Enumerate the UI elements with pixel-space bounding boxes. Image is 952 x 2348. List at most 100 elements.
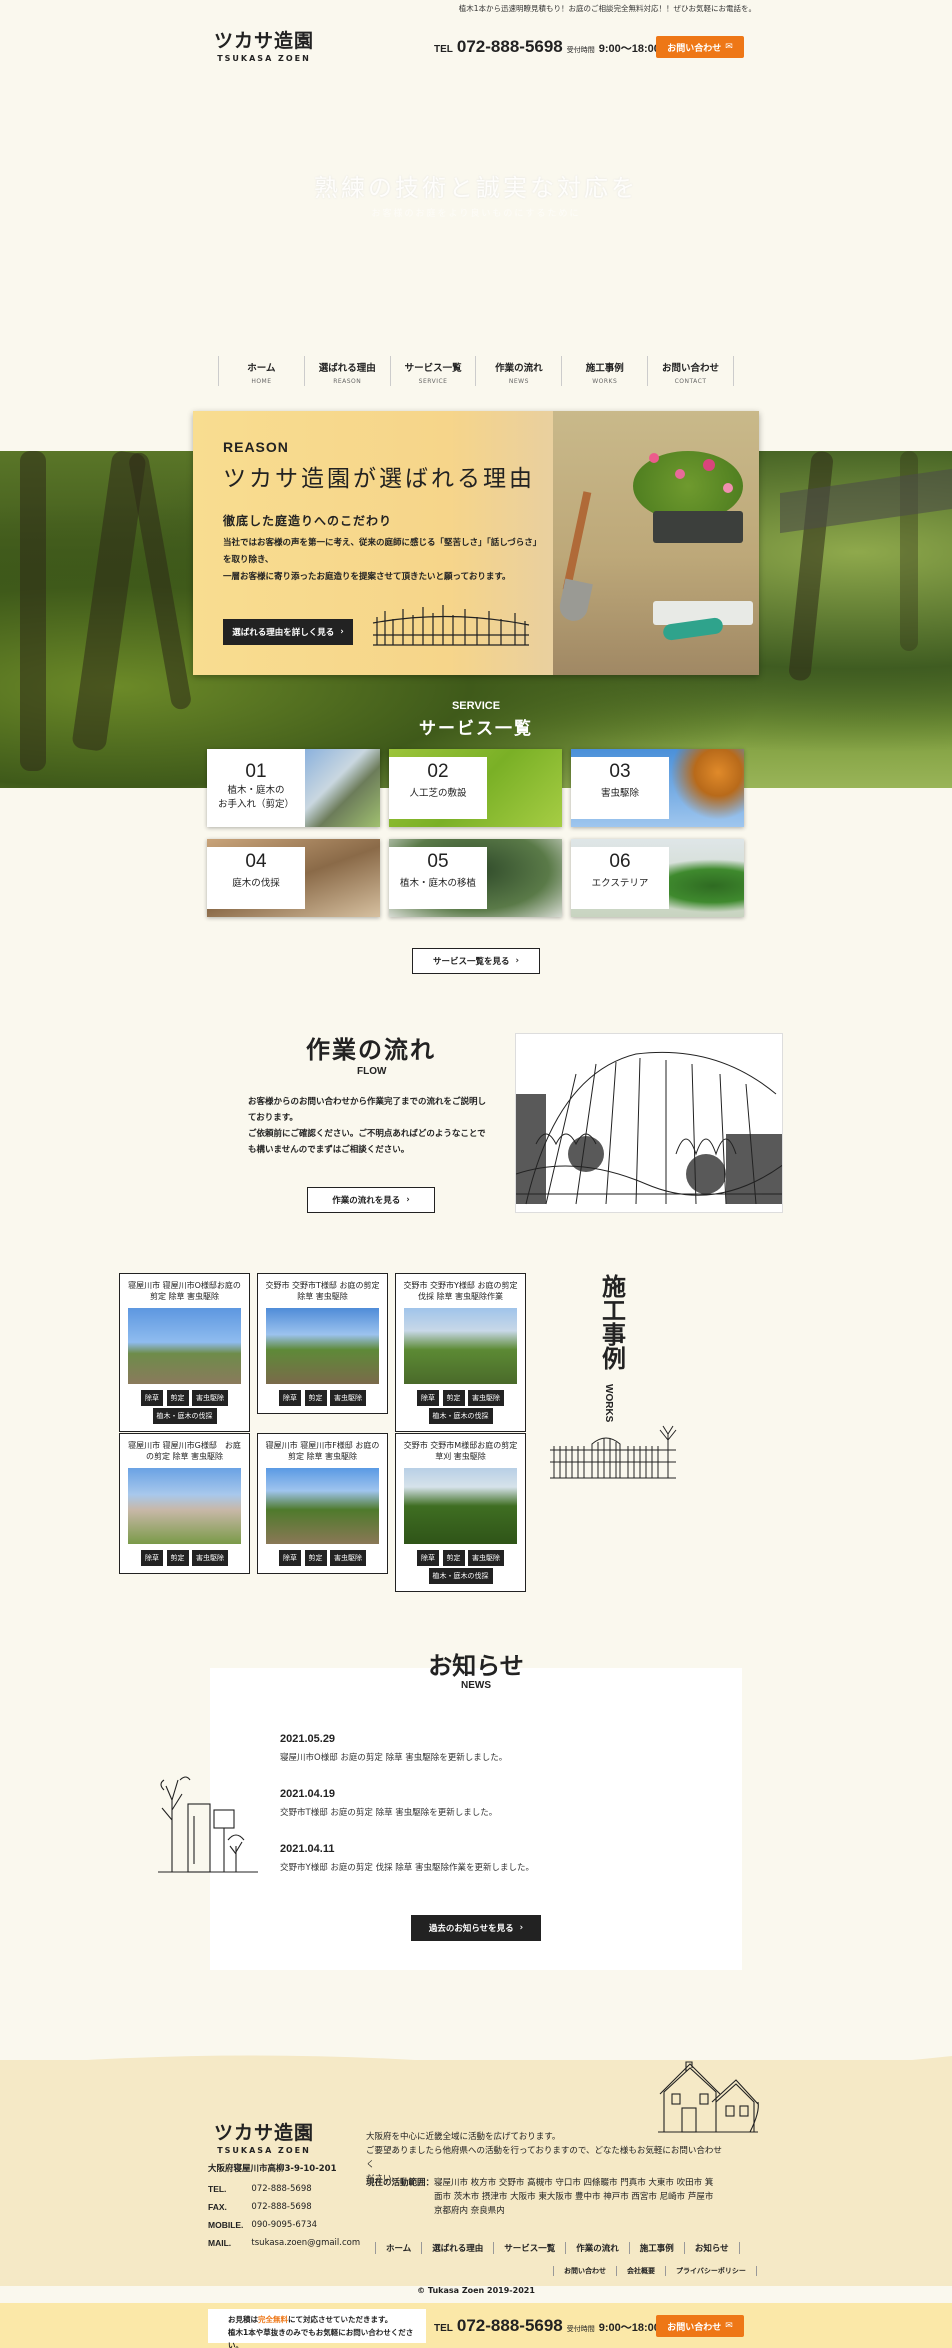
work-card[interactable]: 交野市 交野市T様邸 お庭の剪定 除草 害虫駆除 除草 剪定 害虫駆除	[257, 1273, 388, 1414]
service-name-line2: お手入れ（剪定）	[217, 799, 294, 810]
copyright: © Tukasa Zoen 2019-2021	[417, 2286, 535, 2295]
nav-label: お問い合わせ	[662, 363, 720, 374]
tel-number: 072-888-5698	[456, 37, 563, 56]
flow-more-button[interactable]: 作業の流れを見る ›	[307, 1187, 435, 1213]
work-card[interactable]: 寝屋川市 寝屋川市O様邸お庭の剪定 除草 害虫駆除 除草 剪定 害虫駆除 植木・庭…	[119, 1273, 250, 1432]
service-card[interactable]: 06 エクステリア	[571, 839, 744, 917]
reason-label: REASON	[223, 439, 289, 455]
news-more-button[interactable]: 過去のお知らせを見る ›	[411, 1915, 541, 1941]
footer-mobile[interactable]: 090-9095-6734	[243, 2216, 360, 2234]
footer-nav-reason[interactable]: 選ばれる理由	[421, 2242, 493, 2254]
work-tag: 植木・庭木の伐採	[152, 1408, 217, 1424]
work-tag: 害虫駆除	[468, 1390, 504, 1406]
service-name: 庭木の伐採	[232, 878, 280, 889]
bottom-note: お見積は完全無料にて対応させていただきます。 植木1本や草抜きのみでもお気軽にお…	[208, 2309, 426, 2348]
footer-nav-home[interactable]: ホーム	[375, 2242, 421, 2254]
service-card[interactable]: 04 庭木の伐採	[207, 839, 380, 917]
nav-item-contact[interactable]: お問い合わせ CONTACT	[647, 356, 734, 386]
fence-gate-illustration	[550, 1425, 677, 1479]
work-tag: 除草	[417, 1550, 439, 1566]
service-card[interactable]: 01 植木・庭木の お手入れ（剪定）	[207, 749, 380, 827]
work-photo	[266, 1468, 379, 1544]
nav-item-home[interactable]: ホーム HOME	[218, 356, 304, 386]
hours-label: 受付時間	[566, 2326, 595, 2333]
footer-nav-service[interactable]: サービス一覧	[493, 2242, 565, 2254]
work-photo	[266, 1308, 379, 1384]
footer-mail[interactable]: tsukasa.zoen@gmail.com	[243, 2234, 360, 2252]
service-number: 01	[245, 761, 267, 782]
footer-contact-table: TEL. 072-888-5698 FAX. 072-888-5698 MOBILE…	[208, 2180, 360, 2252]
flow-title: 作業の流れ	[306, 1036, 436, 1064]
service-name: 人工芝の敷設	[409, 788, 467, 799]
news-item[interactable]: 2021.04.19 交野市T様邸 お庭の剪定 除草 害虫駆除を更新しました。	[280, 1788, 497, 1818]
bottom-phone[interactable]: TEL 072-888-5698 受付時間 9:00～18:00	[434, 2316, 660, 2336]
header-logo[interactable]: ツカサ造園 TSUKASA ZOEN	[214, 26, 314, 63]
reason-subtitle: 徹底した庭造りへのこだわり	[223, 514, 393, 528]
hours-value: 9:00～18:00	[598, 43, 660, 55]
work-card[interactable]: 寝屋川市 寝屋川市F様邸 お庭の剪定 除草 害虫駆除 除草 剪定 害虫駆除	[257, 1433, 388, 1574]
service-name: 植木・庭木の移植	[399, 878, 476, 889]
service-card[interactable]: 05 植木・庭木の移植	[389, 839, 562, 917]
work-card[interactable]: 寝屋川市 寝屋川市G様邸 お庭の剪定 除草 害虫駆除 除草 剪定 害虫駆除	[119, 1433, 250, 1574]
tel-label: TEL.	[208, 2184, 227, 2194]
top-announcement: 植木1本から迅速明瞭見積もり！お庭のご相談完全無料対応！！ぜひお気軽にお電話を。	[458, 4, 756, 13]
envelope-icon: ✉	[725, 2321, 733, 2331]
reason-more-button[interactable]: 選ばれる理由を詳しく見る ›	[223, 619, 353, 645]
nav-item-reason[interactable]: 選ばれる理由 REASON	[303, 356, 390, 386]
nav-sublabel: CONTACT	[674, 378, 707, 385]
news-date: 2021.04.11	[280, 1843, 335, 1855]
nav-item-flow[interactable]: 作業の流れ NEWS	[475, 356, 561, 386]
reason-text: 当社ではお客様の声を第一に考え、従来の庭師に感じる「堅苦しさ」「話しづらさ」 を…	[223, 535, 583, 586]
service-number: 03	[609, 761, 631, 782]
footer-nav-contact[interactable]: お問い合わせ	[553, 2266, 616, 2276]
footer-nav-company[interactable]: 会社概要	[616, 2266, 665, 2276]
service-button-label: サービス一覧を見る	[432, 957, 510, 967]
news-item[interactable]: 2021.05.29 寝屋川市O様邸 お庭の剪定 除草 害虫駆除を更新しました。	[280, 1733, 507, 1763]
footer-logo[interactable]: ツカサ造園 TSUKASA ZOEN	[214, 2118, 314, 2155]
service-name: 植木・庭木の	[227, 785, 285, 796]
garden-tools-image	[553, 411, 759, 675]
area-line: 寝屋川市 枚方市 交野市 高槻市 守口市 四條畷市 門真市 大東市 吹田市 箕	[434, 2178, 714, 2188]
works-title: 施工事例	[596, 1274, 626, 1376]
work-title: 寝屋川市 寝屋川市O様邸お庭の剪定 除草 害虫駆除	[128, 1281, 241, 1301]
header-contact-button[interactable]: お問い合わせ ✉	[656, 36, 744, 58]
footer-nav-works[interactable]: 施工事例	[628, 2242, 684, 2254]
nav-item-service[interactable]: サービス一覧 SERVICE	[389, 356, 476, 386]
mobile-label: MOBILE.	[208, 2220, 244, 2230]
nav-item-works[interactable]: 施工事例 WORKS	[561, 356, 647, 386]
note-highlight: 完全無料	[258, 2315, 288, 2324]
footer-nav-privacy[interactable]: プライバシーポリシー	[665, 2266, 757, 2276]
work-tag: 剪定	[166, 1550, 189, 1566]
news-item[interactable]: 2021.04.11 交野市Y様邸 お庭の剪定 伐採 除草 害虫駆除作業を更新しま…	[280, 1843, 534, 1873]
work-title: 交野市 交野市M様邸お庭の剪定 草刈 害虫駆除	[403, 1441, 518, 1461]
service-name: 害虫駆除	[600, 788, 639, 799]
work-tag: 害虫駆除	[468, 1550, 504, 1566]
chevron-right-icon: ›	[519, 1923, 524, 1933]
work-tag: 害虫駆除	[192, 1390, 228, 1406]
tel-prefix: TEL	[434, 44, 453, 55]
footer-area: 現在の活動範囲： 寝屋川市 枚方市 交野市 高槻市 守口市 四條畷市 門真市 大…	[366, 2176, 736, 2218]
service-card[interactable]: 02 人工芝の敷設	[389, 749, 562, 827]
chevron-right-icon: ›	[515, 956, 520, 966]
reason-line: 一層お客様に寄り添ったお庭造りを提案させて頂きたいと願っております。	[223, 572, 511, 582]
work-tag: 植木・庭木の伐採	[428, 1408, 493, 1424]
work-card[interactable]: 交野市 交野市M様邸お庭の剪定 草刈 害虫駆除 除草 剪定 害虫駆除 植木・庭木の…	[395, 1433, 526, 1592]
service-more-button[interactable]: サービス一覧を見る ›	[412, 948, 540, 974]
service-card[interactable]: 03 害虫駆除	[571, 749, 744, 827]
nav-label: サービス一覧	[404, 363, 462, 374]
header-phone[interactable]: TEL 072-888-5698 受付時間 9:00～18:00	[434, 37, 660, 57]
work-photo	[128, 1468, 241, 1544]
service-label-en: SERVICE	[451, 700, 501, 712]
footer-nav-flow[interactable]: 作業の流れ	[565, 2242, 629, 2254]
nav-sublabel: SERVICE	[418, 378, 448, 385]
reason-title: ツカサ造園が選ばれる理由	[223, 466, 535, 492]
work-tag: 除草	[279, 1550, 301, 1566]
work-card[interactable]: 交野市 交野市Y様邸 お庭の剪定 伐採 除草 害虫駆除作業 除草 剪定 害虫駆除…	[395, 1273, 526, 1432]
footer-nav-news[interactable]: お知らせ	[683, 2242, 740, 2254]
bottom-contact-button[interactable]: お問い合わせ ✉	[656, 2315, 744, 2337]
news-date: 2021.04.19	[280, 1788, 336, 1800]
fax-label: FAX.	[208, 2202, 227, 2212]
hero-title: 熟練の技術と誠実な対応を	[314, 174, 638, 202]
footer-tel[interactable]: 072-888-5698	[243, 2180, 360, 2198]
flow-line: ご依頼前にご確認ください。ご不明点あればどのようなことで	[248, 1129, 486, 1139]
